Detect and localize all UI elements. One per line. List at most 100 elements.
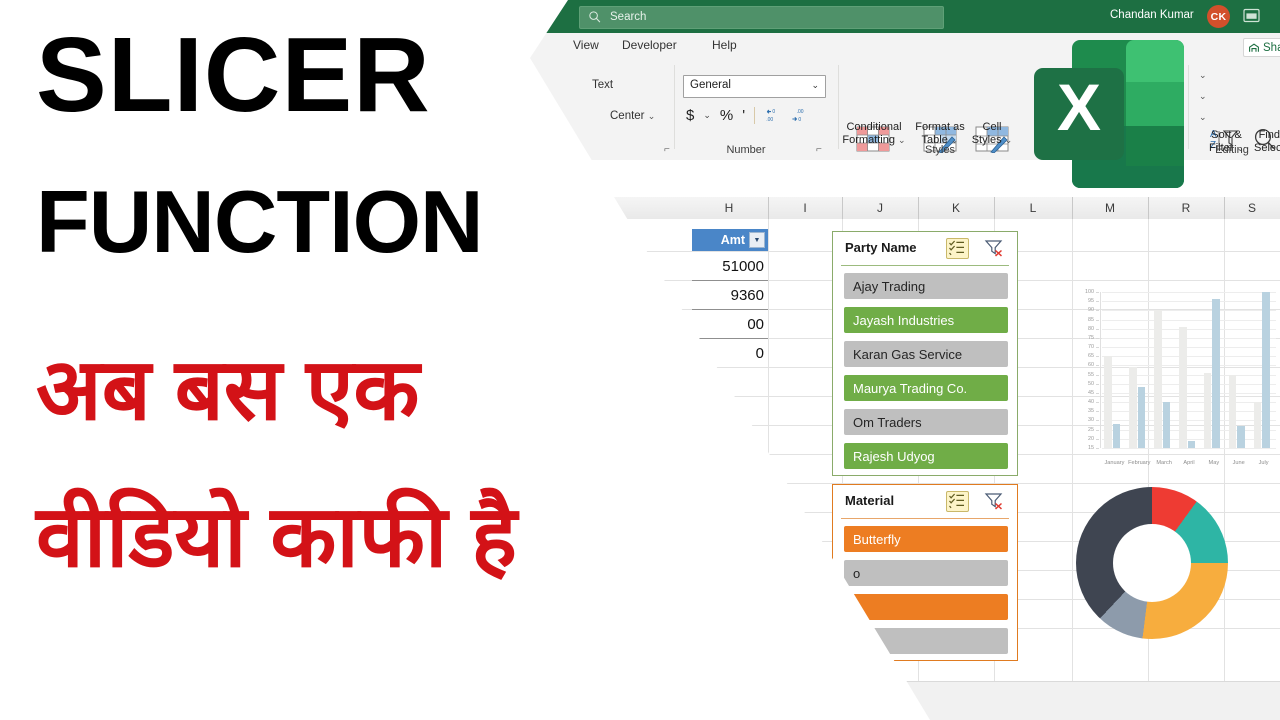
clear-filter-icon[interactable] [984,491,1005,510]
bar-chart[interactable]: 15 20 25 30 35 40 45 50 55 60 65 70 75 80 85 90 95 100 Ja… [1040,286,1280,476]
chevron-down-icon[interactable]: ⌄ [1199,92,1207,101]
slicer-title: Material [845,493,895,508]
number-dialog-launcher[interactable]: ⌐ [816,144,822,155]
share-button[interactable]: Share [1243,38,1280,57]
column-header-I[interactable]: I [768,197,843,219]
multi-select-icon[interactable] [946,491,969,512]
bar-chart-x-tick: July [1258,460,1269,466]
column-header-R[interactable]: R [1148,197,1225,219]
bar-chart-plot-area [1102,292,1276,449]
chevron-down-icon: ⌄ [811,80,819,90]
tab-developer[interactable]: Developer [622,38,677,52]
slicer-item[interactable]: Karan Gas Service [844,341,1008,367]
table-row[interactable]: 9360 [692,281,768,310]
styles-group-label: Styles [925,144,955,156]
bar-chart-bar[interactable] [1137,387,1146,448]
svg-text:X: X [1057,70,1101,144]
slicer-item[interactable]: o [844,560,1008,586]
format-as-table-button[interactable]: Format as Table ⌄ [912,121,968,146]
bar-chart-bar[interactable] [1104,356,1112,448]
bar-chart-bar[interactable] [1179,326,1187,448]
bar-chart-y-tick: 45 [1088,389,1094,396]
tab-help[interactable]: Help [712,38,737,52]
chevron-down-icon: ⌄ [898,134,906,145]
bar-chart-tick-mark [1096,310,1099,312]
clear-filter-icon[interactable] [984,238,1005,257]
multi-select-icon[interactable] [946,238,969,259]
column-header-J[interactable]: J [842,197,919,219]
bar-chart-y-tick: 35 [1088,408,1094,415]
thumbnail-canvas: Search Chandan Kumar CK View Developer H… [0,0,1280,720]
slicer-item[interactable]: Rajesh Udyog [844,443,1008,469]
column-header-K[interactable]: K [918,197,995,219]
bar-chart-tick-mark [1096,365,1099,367]
avatar[interactable]: CK [1207,5,1230,28]
bar-chart-gridline [1102,328,1276,330]
user-name-label: Chandan Kumar [1110,9,1194,21]
bar-chart-tick-mark [1096,429,1099,431]
percent-format-button[interactable]: % [720,108,733,123]
search-input[interactable]: Search [579,6,944,29]
column-header-M[interactable]: M [1072,197,1149,219]
editing-dropdown-arrows: ⌄ ⌄ ⌄ [1199,71,1207,122]
conditional-formatting-button[interactable]: Conditional Formatting ⌄ [842,121,906,146]
decrease-decimal-icon[interactable]: 0 .00 [764,108,781,123]
bar-chart-bar[interactable] [1212,299,1220,448]
bar-chart-gridline [1102,310,1276,312]
bar-chart-bar[interactable] [1203,372,1212,448]
bar-chart-gridline [1102,420,1276,422]
tab-view[interactable]: View [573,38,599,52]
number-group-label: Number [726,144,766,156]
bar-chart-tick-mark [1096,328,1099,330]
slicer-item[interactable] [844,594,1008,620]
bar-chart-y-tick: 15 [1088,445,1094,451]
bar-chart-tick-mark [1096,392,1099,394]
bar-chart-gridline [1102,356,1276,358]
bar-chart-bar[interactable] [1262,292,1270,448]
amt-header-label: Amt [720,233,745,247]
cell-styles-button[interactable]: Cell Styles ⌄ [968,121,1016,146]
ribbon-display-options-icon[interactable] [1243,8,1260,23]
chevron-down-icon[interactable]: ⌄ [1199,113,1207,122]
slicer-item[interactable]: Jayash Industries [844,307,1008,333]
bar-chart-bar[interactable] [1237,425,1245,448]
slicer-item[interactable]: Maurya Trading Co. [844,375,1008,401]
bar-chart-bar[interactable] [1228,374,1237,448]
bar-chart-gridline [1102,448,1276,449]
chevron-down-icon: ⌄ [647,111,656,121]
bar-chart-bar[interactable] [1129,367,1137,448]
increase-decimal-icon[interactable]: .00 0 [790,108,807,123]
slicer-party-name[interactable]: Party Name Ajay Trading Jayash Industrie… [832,231,1018,476]
filter-dropdown-icon[interactable]: ▼ [749,232,765,248]
column-header-S[interactable]: S [1224,197,1280,219]
number-format-select[interactable]: General ⌄ [683,75,826,98]
share-label: Share [1263,41,1280,54]
column-header-L[interactable]: L [994,197,1073,219]
bar-chart-gridline [1102,374,1276,376]
currency-format-button[interactable]: $ [686,108,694,123]
slicer-item[interactable]: Butterfly [844,526,1008,552]
table-row[interactable]: 00 [692,310,768,339]
bar-chart-tick-mark [1096,411,1099,413]
svg-text:0: 0 [799,117,802,123]
bar-chart-bar[interactable] [1154,310,1162,448]
chevron-down-icon: ⌄ [1004,134,1013,145]
slicer-item[interactable]: Ajay Trading [844,273,1008,299]
comma-format-button[interactable]: ' [742,108,745,123]
chevron-down-icon[interactable]: ⌄ [703,110,711,121]
bar-chart-bar[interactable] [1162,402,1171,448]
bar-chart-bar[interactable] [1253,402,1262,448]
bar-chart-bar[interactable] [1112,424,1121,448]
column-header-H[interactable]: H [690,197,769,219]
bar-chart-bar[interactable] [1187,440,1195,448]
hindi-subtitle-line1: अब बस एक [36,342,420,438]
chevron-down-icon[interactable]: ⌄ [1199,71,1207,80]
alignment-dialog-launcher[interactable]: ⌐ [664,144,670,155]
bar-chart-tick-mark [1096,438,1099,440]
svg-text:0: 0 [773,109,776,115]
slicer-item[interactable]: Om Traders [844,409,1008,435]
table-row[interactable]: 51000 [692,252,768,281]
bar-chart-tick-mark [1096,420,1099,422]
alignment-center-button[interactable]: Center ⌄ [610,110,655,122]
table-header-amt[interactable]: Amt ▼ [692,229,768,251]
